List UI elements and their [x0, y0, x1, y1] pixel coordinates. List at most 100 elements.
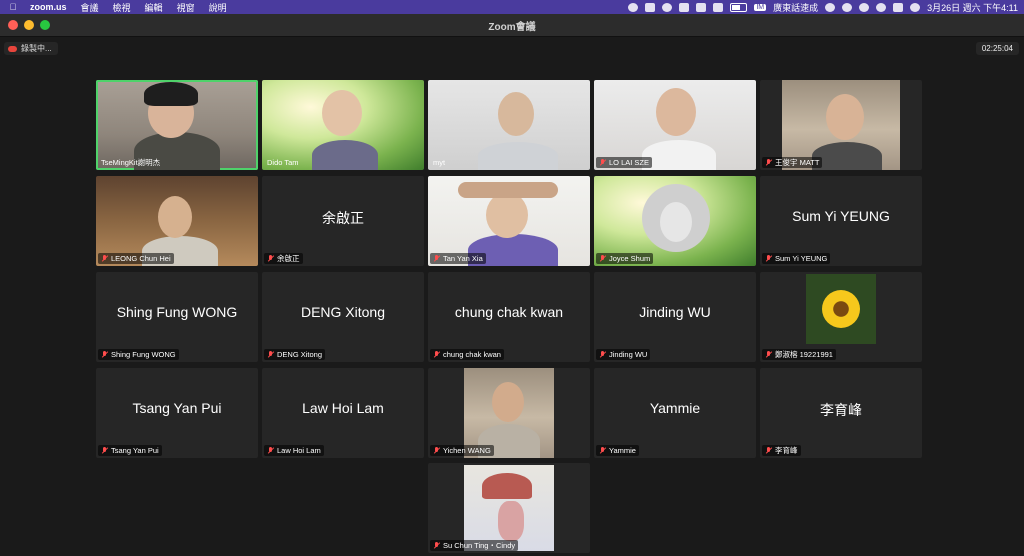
- participant-label: Shing Fung WONG: [98, 349, 179, 360]
- participant-head: [826, 94, 864, 140]
- wifi-icon[interactable]: [825, 2, 836, 12]
- status-area: IM 廣東話速成 3月26日 週六 下午4:11: [628, 0, 1018, 14]
- meeting-timer: 02:25:04: [975, 42, 1019, 55]
- participant-tile[interactable]: Yammie Yammie: [594, 368, 756, 458]
- control-center-icon[interactable]: [893, 2, 904, 12]
- input-method-label[interactable]: 廣東話速成: [773, 1, 818, 14]
- menu-edit[interactable]: 編輯: [145, 1, 163, 14]
- participant-tile[interactable]: Shing Fung WONG Shing Fung WONG: [96, 272, 258, 362]
- mic-muted-icon: [599, 254, 606, 263]
- participant-head: [660, 202, 692, 242]
- participant-display-name: 余啟正: [322, 210, 364, 226]
- participant-name: Dido Tam: [267, 158, 299, 167]
- participant-head: [322, 90, 362, 136]
- participant-label: myt: [430, 157, 448, 168]
- status-icon-2[interactable]: [645, 2, 656, 12]
- status-icon-1[interactable]: [628, 2, 639, 12]
- time-machine-icon[interactable]: [859, 2, 870, 12]
- participant-arm: [458, 182, 558, 198]
- participant-name: Yichen WANG: [443, 446, 491, 455]
- mic-muted-icon: [101, 446, 108, 455]
- participant-name: 王俊宇 MATT: [775, 158, 820, 167]
- participant-tile[interactable]: 余啟正 余啟正: [262, 176, 424, 266]
- flower-image: [822, 290, 860, 328]
- umbrella-image: [482, 473, 532, 499]
- participant-head: [486, 192, 528, 238]
- participant-name: Su Chun Ting・Cindy: [443, 541, 516, 550]
- spotlight-icon[interactable]: [876, 2, 887, 12]
- participant-name: LEONG Chun Hei: [111, 254, 171, 263]
- participant-display-name: Jinding WU: [639, 304, 711, 320]
- participant-name: Yammie: [609, 446, 636, 455]
- participant-display-name: DENG Xitong: [300, 304, 386, 320]
- participant-tile[interactable]: LO LAI SZE: [594, 80, 756, 170]
- participant-tile[interactable]: 李育峰 李育峰: [760, 368, 922, 458]
- participant-label: Law Hoi Lam: [264, 445, 324, 456]
- participant-label: 李育峰: [762, 445, 801, 456]
- participant-label: 王俊宇 MATT: [762, 157, 823, 168]
- participant-label: DENG Xitong: [264, 349, 326, 360]
- participant-name: myt: [433, 158, 446, 167]
- participant-name: 李育峰: [775, 446, 798, 455]
- mic-muted-icon: [599, 446, 606, 455]
- participant-tile[interactable]: Joyce Shum: [594, 176, 756, 266]
- participant-tile[interactable]: Tan Yan Xia: [428, 176, 590, 266]
- mic-muted-icon: [599, 350, 606, 359]
- mic-muted-icon: [267, 446, 274, 455]
- status-icon-4[interactable]: [679, 2, 690, 12]
- menu-clock[interactable]: 3月26日 週六 下午4:11: [927, 1, 1018, 14]
- menu-view[interactable]: 檢視: [113, 1, 131, 14]
- participant-name: TseMingKit謝明杰: [101, 158, 161, 167]
- participant-body: [812, 142, 882, 170]
- menu-window[interactable]: 視窗: [177, 1, 195, 14]
- participant-tile[interactable]: Yichen WANG: [428, 368, 590, 458]
- mic-muted-icon: [433, 446, 440, 455]
- participant-tile[interactable]: LEONG Chun Hei: [96, 176, 258, 266]
- participant-name: Law Hoi Lam: [277, 446, 321, 455]
- mic-muted-icon: [267, 350, 274, 359]
- participant-display-name: chung chak kwan: [454, 304, 564, 320]
- participant-name: Shing Fung WONG: [111, 350, 176, 359]
- participant-tile[interactable]: 鄭淑榕 19221991: [760, 272, 922, 362]
- mic-muted-icon: [765, 254, 772, 263]
- participant-display-name: Law Hoi Lam: [302, 400, 384, 416]
- user-switch-icon[interactable]: [842, 2, 853, 12]
- mic-muted-icon: [765, 350, 772, 359]
- participant-tile[interactable]: Su Chun Ting・Cindy: [428, 463, 590, 553]
- participant-label: Tsang Yan Pui: [98, 445, 162, 456]
- participant-hair: [144, 82, 198, 106]
- participant-tile[interactable]: TseMingKit謝明杰: [96, 80, 258, 170]
- participant-label: TseMingKit謝明杰: [98, 157, 163, 168]
- menu-meeting[interactable]: 會議: [81, 1, 99, 14]
- recording-indicator[interactable]: 錄製中...: [4, 42, 58, 55]
- status-icon-3[interactable]: [662, 2, 673, 12]
- participant-tile[interactable]: Jinding WU Jinding WU: [594, 272, 756, 362]
- participant-tile[interactable]: Law Hoi Lam Law Hoi Lam: [262, 368, 424, 458]
- participant-label: 余啟正: [264, 253, 303, 264]
- participant-label: Joyce Shum: [596, 253, 654, 264]
- battery-icon[interactable]: [730, 2, 748, 12]
- participant-tile[interactable]: myt: [428, 80, 590, 170]
- participant-name: Sum Yi YEUNG: [775, 254, 828, 263]
- participant-tile[interactable]: Tsang Yan Pui Tsang Yan Pui: [96, 368, 258, 458]
- menu-help[interactable]: 說明: [209, 1, 227, 14]
- apple-icon[interactable]: : [8, 2, 18, 12]
- participant-name: Tan Yan Xia: [443, 254, 483, 263]
- menu-app-name[interactable]: zoom.us: [30, 2, 67, 12]
- participant-head: [158, 196, 192, 238]
- status-icon-5[interactable]: [696, 2, 707, 12]
- input-method-icon[interactable]: IM: [754, 3, 767, 11]
- mic-muted-icon: [267, 254, 274, 263]
- participant-label: LO LAI SZE: [596, 157, 653, 168]
- participant-tile[interactable]: Dido Tam: [262, 80, 424, 170]
- participant-label: Sum Yi YEUNG: [762, 253, 831, 264]
- participant-body: [642, 140, 716, 170]
- participant-tile[interactable]: DENG Xitong DENG Xitong: [262, 272, 424, 362]
- participant-tile[interactable]: Sum Yi YEUNG Sum Yi YEUNG: [760, 176, 922, 266]
- siri-icon[interactable]: [910, 2, 921, 12]
- participant-name: 余啟正: [277, 254, 300, 263]
- participant-tile[interactable]: 王俊宇 MATT: [760, 80, 922, 170]
- participant-tile[interactable]: chung chak kwan chung chak kwan: [428, 272, 590, 362]
- bluetooth-icon[interactable]: [713, 2, 724, 12]
- profile-picture: [464, 465, 554, 551]
